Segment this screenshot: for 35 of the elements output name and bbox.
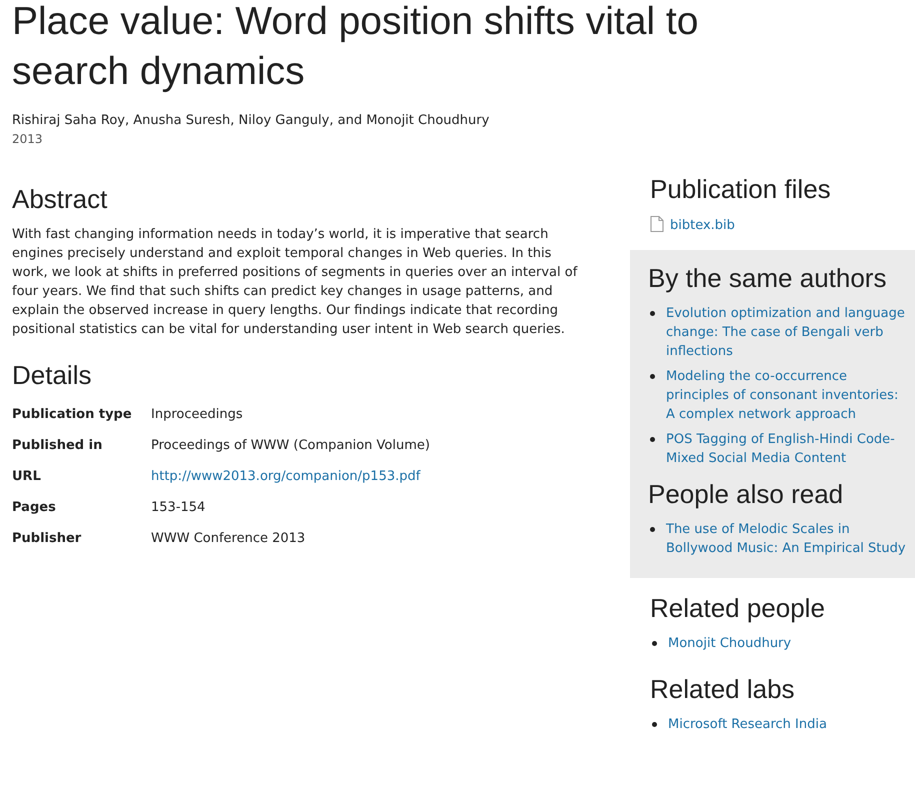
url-link[interactable]: http://www2013.org/companion/p153.pdf [151, 469, 420, 484]
bullet-icon [650, 374, 655, 378]
detail-label: Published in [12, 437, 104, 455]
list-link[interactable]: Evolution optimization and language change: The case of Bengali verb inflections [666, 304, 907, 360]
detail-label: Publication type [12, 406, 133, 424]
bullet-icon [652, 640, 657, 646]
detail-value: 153-154 [151, 499, 206, 517]
abstract-text: With fast changing information needs in today’s world, it is imperative that search engines precisely understand and exploit temporal changes in Web queries. In this work, we look at shifts in preferred positions of segments in queries over an interval of four years. We find that such shifts can predict key changes in usage patterns, and explain the observed increase in query lengths. Our findings indicate that recording positional statistics can be vital for understanding user intent in Web search queries. [12, 226, 579, 339]
detail-label: URL [12, 468, 42, 486]
authors-text: Rishiraj Saha Roy, Anusha Suresh, Niloy Ganguly, and Monojit Choudhury [12, 112, 490, 130]
detail-label: Publisher [12, 530, 82, 548]
section-heading: Related people [650, 592, 826, 624]
section-heading: Related labs [650, 672, 796, 704]
file-link[interactable]: bibtex.bib [670, 216, 735, 236]
page-title: Place value: Word position shifts vital to search dynamics [12, 0, 700, 95]
bullet-icon [650, 436, 655, 442]
section-heading: Publication files [650, 173, 832, 205]
section-heading: Details [12, 359, 92, 391]
list-link[interactable]: POS Tagging of English-Hindi Code-Mixed Social Media Content [666, 430, 907, 468]
list-link[interactable]: The use of Melodic Scales in Bollywood Music: An Empirical Study [666, 520, 907, 558]
list-link[interactable]: Microsoft Research India [668, 714, 827, 734]
list-link[interactable]: Modeling the co-occurrence principles of consonant inventories: A complex network approach [666, 366, 907, 424]
year-text: 2013 [12, 131, 44, 148]
detail-value: WWW Conference 2013 [151, 530, 306, 548]
section-heading: People also read [648, 478, 844, 510]
bullet-icon [652, 722, 657, 726]
section-heading: By the same authors [648, 262, 888, 294]
detail-label: Pages [12, 499, 57, 517]
detail-value: Inproceedings [151, 406, 244, 424]
list-link[interactable]: Monojit Choudhury [668, 634, 792, 652]
bullet-icon [650, 310, 655, 316]
bullet-icon [650, 526, 655, 532]
section-heading: Abstract [12, 183, 108, 215]
file-icon [650, 216, 664, 232]
detail-value: Proceedings of WWW (Companion Volume) [151, 437, 431, 455]
